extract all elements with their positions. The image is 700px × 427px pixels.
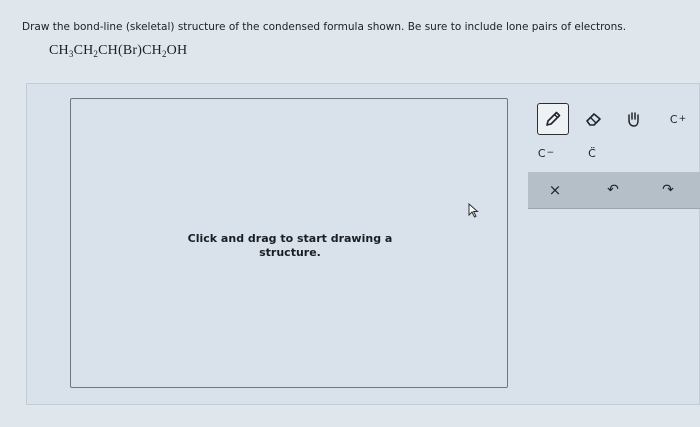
lone-pair-tool[interactable]: C̈ bbox=[576, 137, 608, 169]
eraser-tool[interactable] bbox=[578, 103, 610, 135]
pencil-tool[interactable] bbox=[537, 103, 569, 135]
redo-icon: ↷ bbox=[662, 182, 674, 198]
lone-pair-label: C̈ bbox=[588, 146, 596, 160]
undo-button[interactable]: ↶ bbox=[597, 174, 629, 206]
carbanion-label: C bbox=[537, 146, 546, 160]
carbanion-tool[interactable]: C − bbox=[530, 137, 562, 169]
hand-tool[interactable] bbox=[618, 103, 650, 135]
carbocation-label: C bbox=[669, 112, 678, 126]
pencil-icon bbox=[546, 111, 561, 126]
canvas-hint: Click and drag to start drawing a struct… bbox=[187, 232, 393, 259]
action-bar: × ↶ ↷ bbox=[528, 172, 700, 209]
hand-icon bbox=[628, 112, 639, 127]
carbanion-charge: − bbox=[546, 148, 555, 158]
clear-icon: × bbox=[548, 181, 562, 199]
redo-button[interactable]: ↷ bbox=[652, 174, 684, 206]
carbocation-charge: + bbox=[678, 114, 687, 124]
carbocation-tool[interactable]: C + bbox=[662, 103, 694, 135]
question-prompt: Draw the bond-line (skeletal) structure … bbox=[22, 21, 627, 33]
condensed-formula: CH3CH2CH(Br)CH2OH bbox=[49, 43, 188, 59]
mouse-cursor-icon bbox=[468, 203, 479, 218]
undo-icon: ↶ bbox=[607, 182, 619, 198]
eraser-icon bbox=[586, 113, 601, 126]
clear-button[interactable]: × bbox=[539, 174, 571, 206]
